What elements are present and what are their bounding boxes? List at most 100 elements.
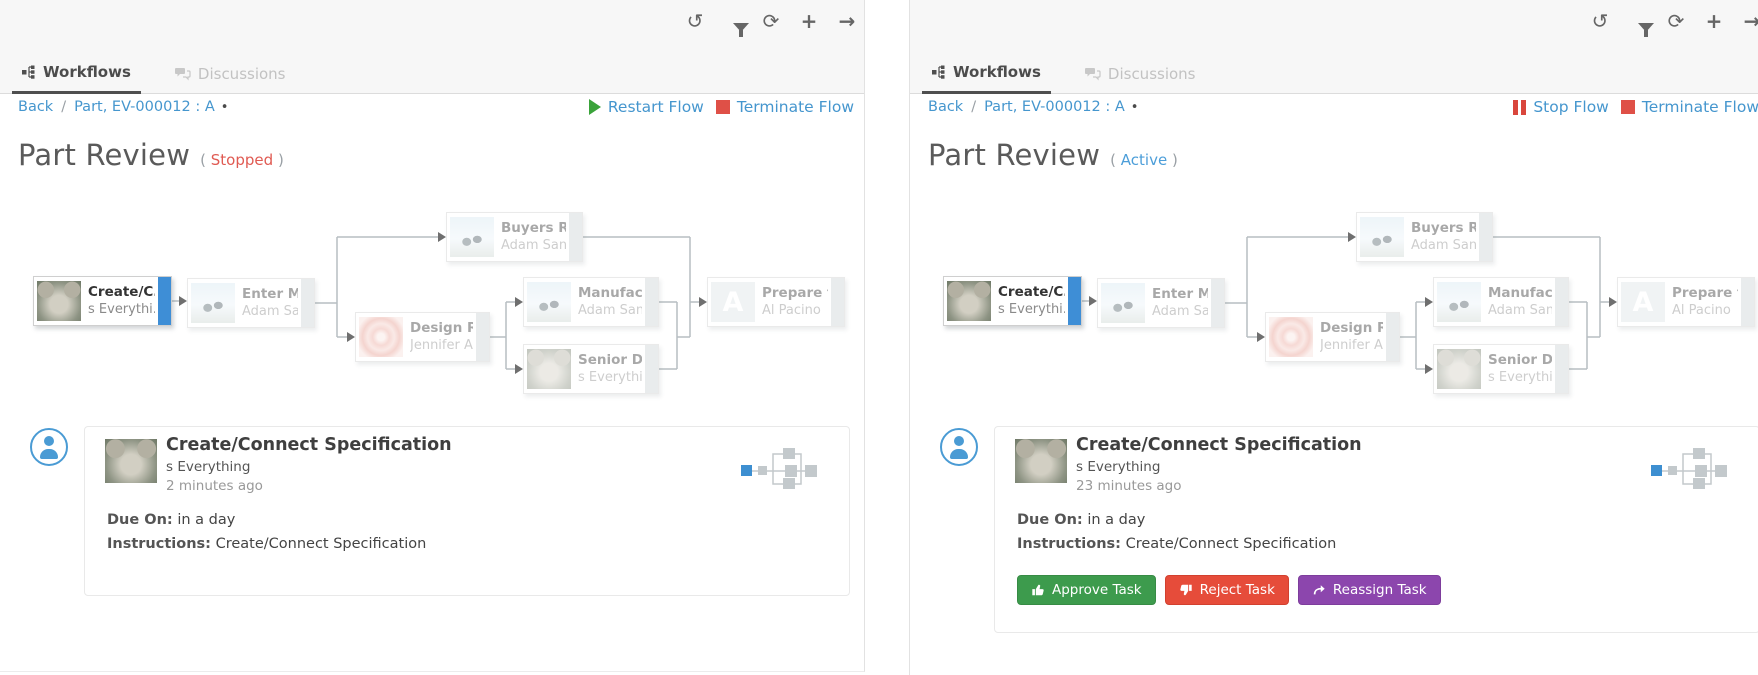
forward-icon[interactable]: → <box>836 8 858 34</box>
flow-node-manufacturing[interactable]: Manufact... Adam San... <box>523 277 659 327</box>
terminate-flow-button[interactable]: Terminate Flow <box>716 98 854 116</box>
node-avatar-image <box>1101 283 1145 323</box>
flow-node-enter[interactable]: Enter Ma... Adam San... <box>1097 278 1225 328</box>
terminate-flow-button[interactable]: Terminate Flow <box>1621 98 1758 116</box>
node-status-bar <box>1211 279 1224 327</box>
node-avatar-image <box>450 217 494 257</box>
paren-open: ( <box>200 151 206 169</box>
flow-node-prepare[interactable]: A Prepare f... Al Pacino <box>707 277 845 327</box>
node-title: Prepare f... <box>762 284 828 304</box>
person-head <box>44 436 54 446</box>
node-status-bar <box>1555 278 1568 326</box>
node-assignee: Al Pacino <box>762 303 828 320</box>
stop-flow-label: Stop Flow <box>1533 98 1609 116</box>
discussions-icon <box>175 67 191 81</box>
tab-discussions[interactable]: Discussions <box>165 54 296 94</box>
mini-workflow-icon[interactable] <box>1649 445 1731 491</box>
node-avatar-image <box>1437 349 1481 389</box>
flow-node-design[interactable]: Design R... Jennifer A... <box>355 312 490 362</box>
history-icon[interactable]: ↺ <box>1589 8 1611 34</box>
tab-discussions[interactable]: Discussions <box>1075 54 1206 94</box>
back-link[interactable]: Back <box>18 99 53 115</box>
node-title: Buyers R... <box>501 219 566 239</box>
tab-bar: Workflows Discussions <box>922 54 1206 94</box>
refresh-icon[interactable]: ⟳ <box>760 8 782 34</box>
approve-task-button[interactable]: Approve Task <box>1017 575 1156 605</box>
node-assignee: Adam San... <box>1152 304 1208 321</box>
due-line: Due On: in a day <box>107 512 235 528</box>
terminate-flow-label: Terminate Flow <box>737 98 854 116</box>
flow-node-buyers[interactable]: Buyers R... Adam San... <box>1356 212 1493 262</box>
tab-workflows-label: Workflows <box>43 63 131 81</box>
due-value: in a day <box>1087 512 1145 528</box>
flow-node-enter[interactable]: Enter Ma... Adam San... <box>187 278 315 328</box>
due-label: Due On: <box>107 512 173 528</box>
workflow-status: ( Stopped ) <box>200 151 284 169</box>
instructions-label: Instructions: <box>1017 536 1121 552</box>
node-status-bar <box>301 279 314 327</box>
flow-actions: Stop Flow Terminate Flow <box>1513 98 1758 116</box>
instructions-label: Instructions: <box>107 536 211 552</box>
breadcrumb-marker: • <box>221 100 229 115</box>
approve-task-label: Approve Task <box>1052 582 1142 598</box>
stop-flow-button[interactable]: Stop Flow <box>1513 98 1609 116</box>
node-title: Create/C... <box>88 283 155 303</box>
breadcrumb-marker: • <box>1131 100 1139 115</box>
restart-flow-label: Restart Flow <box>608 98 704 116</box>
tab-workflows[interactable]: Workflows <box>12 54 141 94</box>
flow-node-senior[interactable]: Senior De... s Everythi... <box>1433 344 1569 394</box>
add-icon[interactable]: + <box>798 8 820 34</box>
paren-open: ( <box>1110 151 1116 169</box>
node-assignee: Jennifer A... <box>1320 338 1383 355</box>
node-avatar-image <box>527 282 571 322</box>
task-timestamp: 2 minutes ago <box>166 478 263 494</box>
due-value: in a day <box>177 512 235 528</box>
flow-node-design[interactable]: Design R... Jennifer A... <box>1265 312 1400 362</box>
reassign-task-button[interactable]: Reassign Task <box>1298 575 1441 605</box>
thumb-down-icon <box>1179 583 1193 597</box>
flow-node-prepare[interactable]: A Prepare f... Al Pacino <box>1617 277 1755 327</box>
status-text: Stopped <box>211 151 273 169</box>
workflow-icon <box>22 65 36 79</box>
node-avatar-letter: A <box>1621 282 1665 322</box>
node-status-bar <box>645 278 658 326</box>
node-avatar-image <box>37 281 81 321</box>
instructions-line: Instructions: Create/Connect Specificati… <box>107 536 426 552</box>
node-assignee: s Everythi... <box>578 370 642 387</box>
task-card: Create/Connect Specification s Everythin… <box>994 426 1758 633</box>
forward-icon[interactable]: → <box>1741 8 1758 34</box>
refresh-icon[interactable]: ⟳ <box>1665 8 1687 34</box>
node-title: Manufact... <box>1488 284 1552 304</box>
tab-workflows-label: Workflows <box>953 63 1041 81</box>
breadcrumb-item-link[interactable]: Part, EV-000012 : A <box>984 99 1125 115</box>
node-status-bar <box>569 213 582 261</box>
restart-flow-button[interactable]: Restart Flow <box>589 98 704 116</box>
node-title: Prepare f... <box>1672 284 1738 304</box>
workflow-icon <box>932 65 946 79</box>
add-icon[interactable]: + <box>1703 8 1725 34</box>
redirect-arrow-icon <box>1312 583 1326 597</box>
tab-discussions-label: Discussions <box>1108 65 1196 83</box>
flow-node-buyers[interactable]: Buyers R... Adam San... <box>446 212 583 262</box>
node-assignee: Jennifer A... <box>410 338 473 355</box>
tab-workflows[interactable]: Workflows <box>922 54 1051 94</box>
mini-workflow-icon[interactable] <box>739 445 821 491</box>
breadcrumb-item-link[interactable]: Part, EV-000012 : A <box>74 99 215 115</box>
pause-icon <box>1513 100 1526 115</box>
history-icon[interactable]: ↺ <box>684 8 706 34</box>
node-status-bar <box>1479 213 1492 261</box>
back-link[interactable]: Back <box>928 99 963 115</box>
node-title: Buyers R... <box>1411 219 1476 239</box>
flow-node-senior[interactable]: Senior De... s Everythi... <box>523 344 659 394</box>
flow-node-manufacturing[interactable]: Manufact... Adam San... <box>1433 277 1569 327</box>
flow-node-create-connect[interactable]: Create/C... s Everythi... <box>943 276 1082 326</box>
reject-task-button[interactable]: Reject Task <box>1165 575 1289 605</box>
node-status-bar <box>645 345 658 393</box>
flow-actions: Restart Flow Terminate Flow <box>589 98 854 116</box>
node-title: Manufact... <box>578 284 642 304</box>
flow-node-create-connect[interactable]: Create/C... s Everythi... <box>33 276 172 326</box>
workflow-diagram: Create/C... s Everythi... Enter Ma... Ad… <box>910 200 1758 414</box>
terminate-flow-label: Terminate Flow <box>1642 98 1758 116</box>
task-avatar-image <box>105 439 157 483</box>
person-body <box>40 449 58 459</box>
